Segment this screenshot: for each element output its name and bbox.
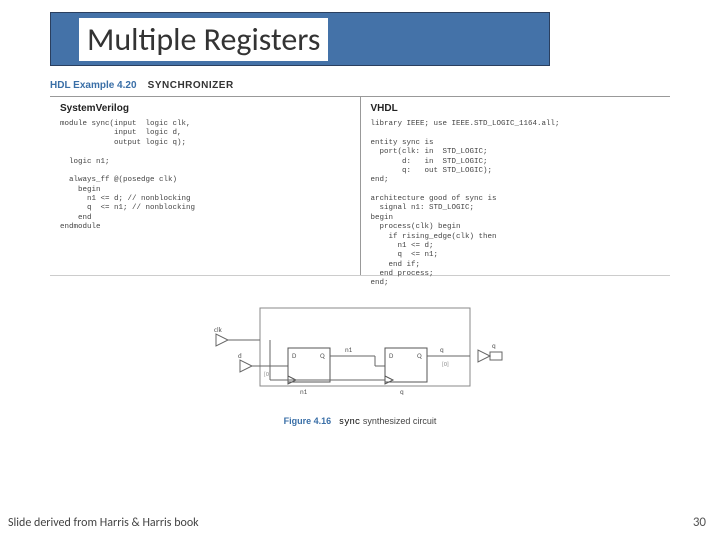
systemverilog-code: module sync(input logic clk, input logic…: [60, 120, 350, 233]
clk-label: clk: [214, 325, 223, 334]
ff1-inst: n1: [300, 387, 308, 396]
vhdl-code: library IEEE; use IEEE.STD_LOGIC_1164.al…: [371, 120, 661, 289]
footer-attribution: Slide derived from Harris & Harris book: [8, 516, 199, 530]
vhdl-column: VHDL library IEEE; use IEEE.STD_LOGIC_11…: [361, 97, 671, 275]
synthesized-circuit-diagram: clk d [0] D Q n1 n1 D Q q q [0]: [210, 300, 510, 410]
net-n1: n1: [345, 345, 353, 354]
ff1-d: D: [292, 351, 297, 360]
systemverilog-column: SystemVerilog module sync(input logic cl…: [50, 97, 361, 275]
ff2-inst: q: [400, 387, 404, 396]
ff1-q: Q: [320, 351, 325, 360]
figure-caption: Figure 4.16 sync synthesized circuit: [0, 416, 720, 427]
slide-title: Multiple Registers: [79, 18, 328, 61]
d-port-label: d: [238, 351, 242, 360]
slide-number: 30: [693, 515, 706, 530]
figure-mono: sync: [339, 417, 361, 427]
net-q: q: [440, 345, 444, 354]
example-header: HDL Example 4.20 SYNCHRONIZER: [50, 80, 234, 91]
systemverilog-heading: SystemVerilog: [60, 103, 350, 114]
title-bar: Multiple Registers: [50, 12, 550, 66]
q-port-label: q: [492, 341, 496, 350]
example-name: SYNCHRONIZER: [148, 80, 234, 91]
example-label: HDL Example 4.20: [50, 80, 137, 91]
ff2-q: Q: [417, 351, 422, 360]
figure-rest: synthesized circuit: [363, 416, 437, 426]
q-index: [0]: [442, 360, 449, 368]
ff2-d: D: [389, 351, 394, 360]
vhdl-heading: VHDL: [371, 103, 661, 114]
code-columns: SystemVerilog module sync(input logic cl…: [50, 96, 670, 276]
figure-label: Figure 4.16: [284, 416, 332, 426]
